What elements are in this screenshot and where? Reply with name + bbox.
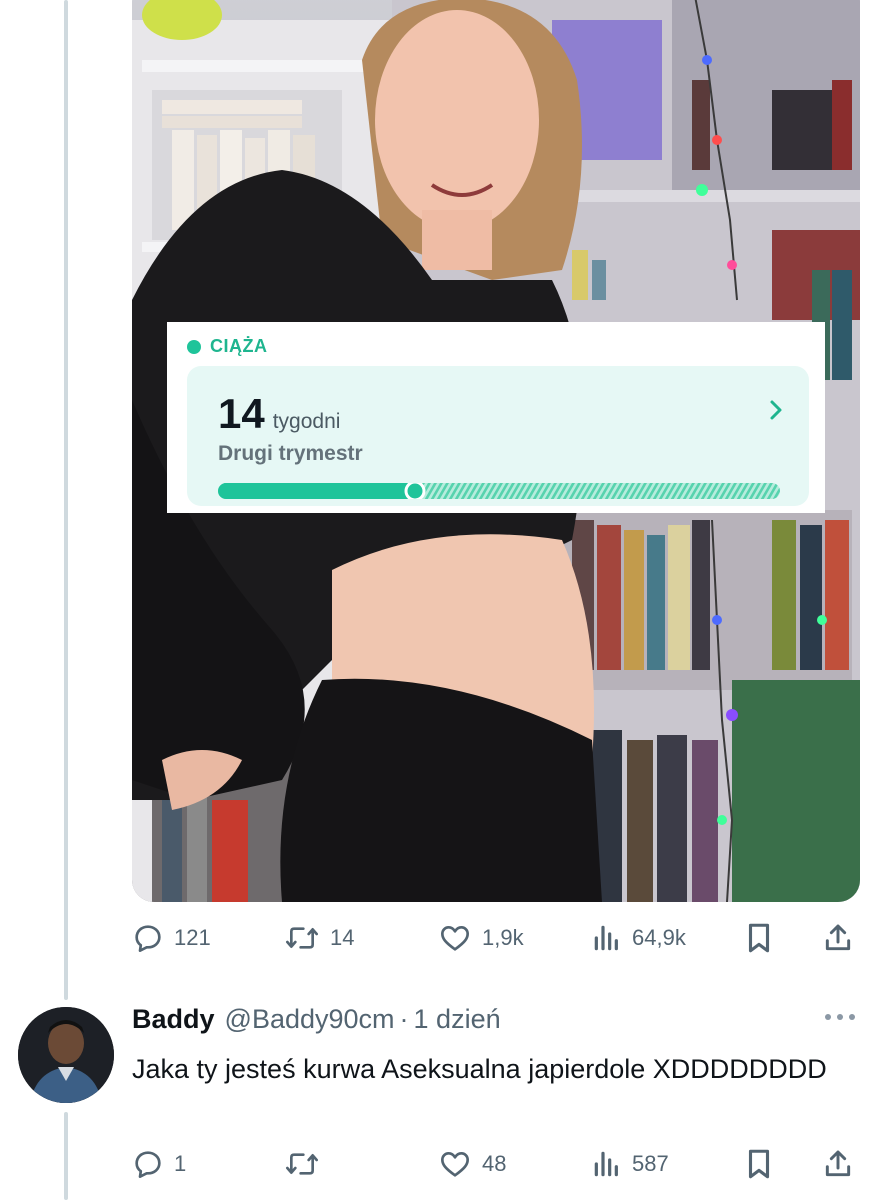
bookmark-button[interactable] [744,918,774,958]
repost-arrows-icon [286,1153,318,1175]
progress-marker [404,483,426,499]
avatar[interactable] [18,1007,114,1103]
avatar-image [18,1007,114,1103]
reply-like-button[interactable]: 48 [438,1144,506,1184]
like-count: 1,9k [482,925,524,950]
status-dot-icon [187,339,201,354]
pregnancy-widget[interactable]: CIĄŻA 14 tygodni Drugi trymestr [167,322,825,513]
reply-timestamp[interactable]: 1 dzień [414,1004,501,1035]
reply-author-name[interactable]: Baddy [132,1004,215,1035]
reply-separator: · [399,1004,409,1034]
reply-share-button[interactable] [822,1144,854,1184]
bookmark-icon [748,1149,770,1179]
post-action-bar: 121 14 1,9k 64,9k [132,918,860,958]
weeks-number: 14 [218,390,265,437]
thread-line-top [64,0,68,1000]
pregnancy-progress-bar [218,483,780,499]
widget-header: CIĄŻA [187,336,268,357]
speech-bubble-icon [135,925,161,952]
views-count: 64,9k [632,925,686,950]
repost-count: 14 [330,925,355,950]
reply-button[interactable]: 121 [132,918,211,958]
reply-repost-button[interactable] [284,1144,330,1184]
views-button[interactable]: 64,9k [592,918,686,958]
reply-reply-count: 1 [174,1151,187,1176]
bar-chart-icon [594,1151,618,1177]
repost-button[interactable]: 14 [284,918,354,958]
reply-text: Jaka ty jesteś kurwa Aseksualna japierdo… [132,1054,827,1084]
reply-count: 121 [174,925,211,950]
weeks-unit: tygodni [272,410,341,433]
trimester-label: Drugi trymestr [218,442,363,465]
reply-header: Baddy @Baddy90cm · 1 dzień [132,1004,501,1035]
bar-chart-icon [594,925,618,951]
share-upload-icon [825,924,851,951]
repost-arrows-icon [286,927,318,949]
reply-views-count: 587 [632,1151,669,1176]
reply-like-count: 48 [482,1151,507,1176]
share-upload-icon [825,1150,851,1177]
pregnancy-card[interactable]: 14 tygodni Drugi trymestr [187,366,809,506]
thread-line-bottom [64,1112,68,1200]
reply-bookmark-button[interactable] [744,1144,774,1184]
reply-reply-button[interactable]: 1 [132,1144,186,1184]
share-button[interactable] [822,918,854,958]
reply-action-bar: 1 48 587 [132,1144,860,1184]
speech-bubble-icon [135,1151,161,1178]
more-dots-icon[interactable] [822,1010,858,1024]
bookmark-icon [748,923,770,953]
like-button[interactable]: 1,9k [438,918,524,958]
reply-author-handle[interactable]: @Baddy90cm [225,1004,395,1035]
heart-icon [441,1152,469,1177]
progress-fill [218,483,415,499]
weeks-row: 14 tygodni [218,390,340,438]
reply-views-button[interactable]: 587 [592,1144,669,1184]
heart-icon [441,926,469,951]
chevron-right-icon[interactable] [769,398,785,422]
widget-label: CIĄŻA [210,336,268,356]
